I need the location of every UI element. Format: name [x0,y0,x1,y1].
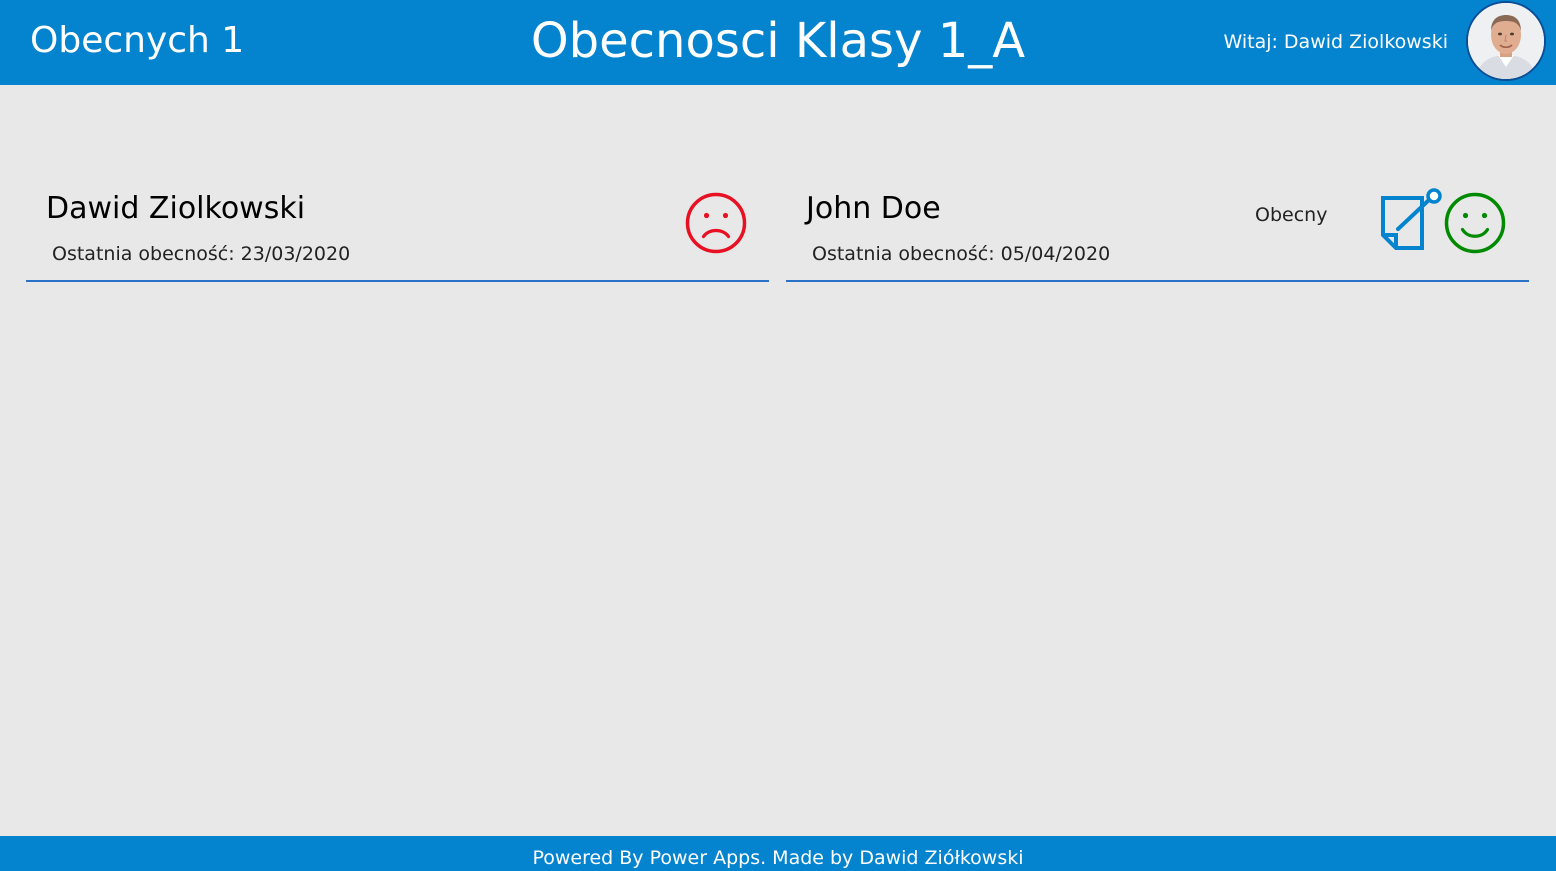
user-avatar[interactable] [1466,1,1546,81]
student-name: Dawid Ziolkowski [46,191,306,226]
student-card[interactable]: John Doe Ostatnia obecność: 05/04/2020 O… [786,170,1529,282]
last-attendance-date: Ostatnia obecność: 23/03/2020 [52,243,351,265]
student-card[interactable]: Dawid Ziolkowski Ostatnia obecność: 23/0… [26,170,769,282]
user-photo-icon [1468,3,1544,79]
student-name: John Doe [806,191,941,226]
footer-text: Powered By Power Apps. Made by Dawid Zió… [532,847,1024,869]
last-attendance-date: Ostatnia obecność: 05/04/2020 [812,243,1111,265]
welcome-text: Witaj: Dawid Ziolkowski [1223,31,1448,53]
happy-face-icon[interactable] [1444,192,1506,254]
header-bar: Obecnych 1 Obecnosci Klasy 1_A Witaj: Da… [0,0,1556,85]
sad-face-icon[interactable] [685,192,747,254]
footer-bar: Powered By Power Apps. Made by Dawid Zió… [0,836,1556,871]
note-edit-icon[interactable] [1380,188,1444,252]
attendance-status: Obecny [1255,204,1328,226]
